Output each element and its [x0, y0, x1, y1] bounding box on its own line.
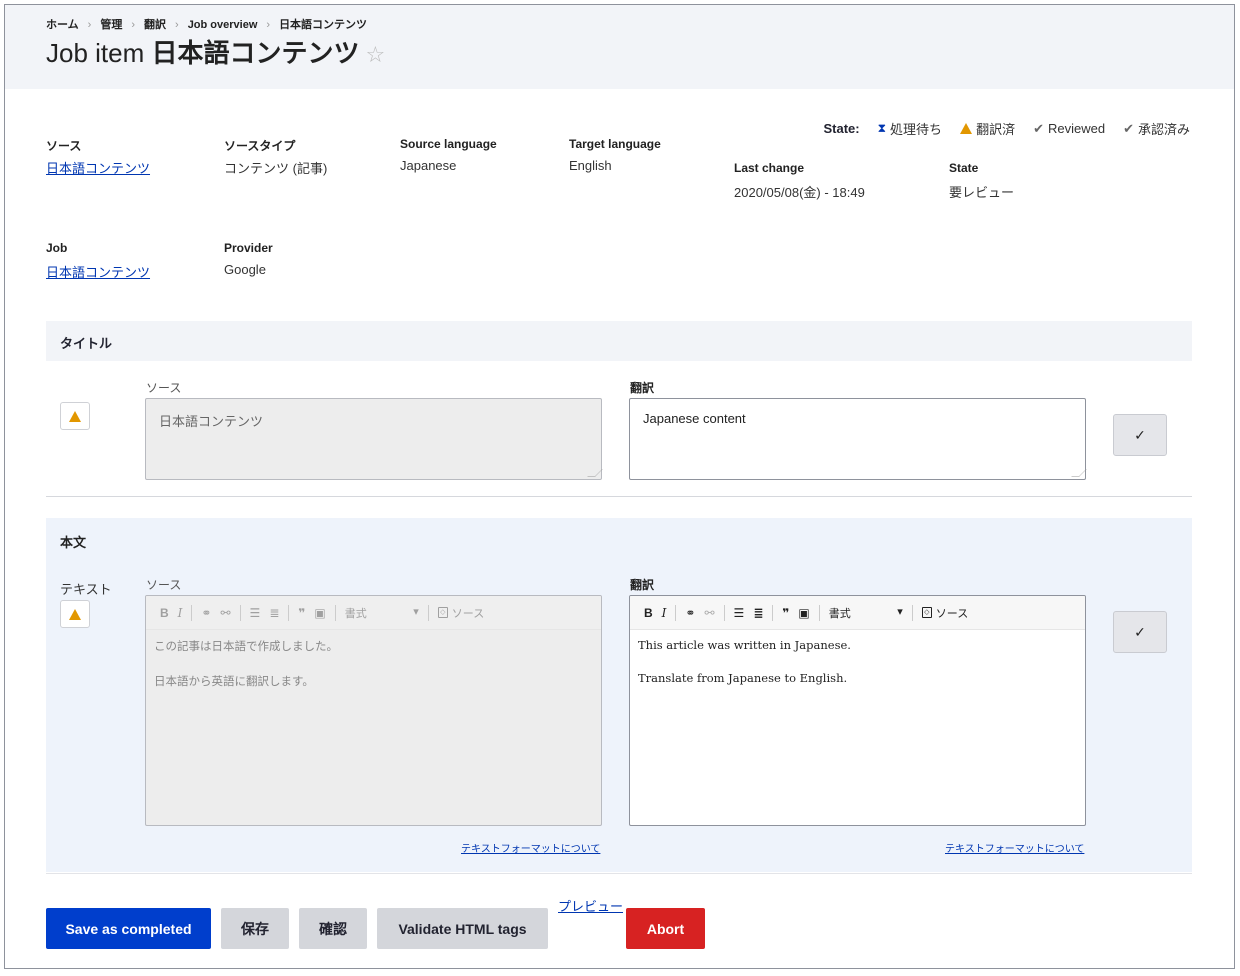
body-status-button[interactable]	[60, 600, 90, 628]
source-editor-body: この記事は日本語で作成しました。 日本語から英語に翻訳します。	[154, 639, 338, 688]
body-translation-editor[interactable]: B I ⚭ ⚯ ☰ ≣ ❞ ▣ 書式 ▾ ◇ ソース This article wa…	[629, 595, 1086, 826]
source-label: ソース	[46, 139, 82, 153]
confirm-button[interactable]: 確認	[299, 908, 367, 949]
state-accepted: ✔ 承認済み	[1123, 120, 1190, 138]
state-reviewed: ✔ Reviewed	[1033, 120, 1106, 137]
body-section-heading: 本文	[60, 535, 87, 550]
breadcrumb-translate[interactable]: 翻訳	[144, 19, 166, 31]
save-button[interactable]: 保存	[221, 908, 289, 949]
check-icon: ✓	[1134, 623, 1146, 640]
state-value: 要レビュー	[949, 185, 1015, 200]
breadcrumb-current: 日本語コンテンツ	[279, 19, 368, 31]
hourglass-icon: ⧗	[877, 121, 887, 135]
source-language-label: Source language	[400, 137, 497, 151]
page-title: Job item 日本語コンテンツ ☆	[46, 33, 385, 70]
link-icon[interactable]: ⚭	[685, 606, 695, 620]
provider-label: Provider	[224, 241, 273, 255]
italic-icon[interactable]: I	[662, 606, 667, 620]
warning-icon	[960, 123, 973, 134]
last-change-label: Last change	[734, 161, 805, 175]
warning-icon	[69, 608, 81, 620]
blockquote-icon[interactable]: ❞	[782, 606, 789, 620]
title-review-button[interactable]: ✓	[1113, 414, 1167, 456]
body-source-editor: B I ⚭ ⚯ ☰ ≣ ❞ ▣ 書式 ▾ ◇ ソース この記事は日本語で作成しました…	[145, 595, 602, 826]
unlink-icon[interactable]: ⚯	[704, 606, 714, 620]
abort-button[interactable]: Abort	[626, 908, 705, 949]
translation-editor-body[interactable]: This article was written in Japanese. Tr…	[630, 630, 1085, 712]
source-type-value: コンテンツ (記事)	[224, 161, 328, 176]
body-review-button[interactable]: ✓	[1113, 611, 1167, 653]
blockquote-icon: ❞	[298, 605, 306, 620]
state-legend-label: State:	[823, 121, 860, 136]
breadcrumb-home[interactable]: ホーム	[46, 19, 79, 31]
format-dropdown: 書式 ▾	[344, 605, 419, 620]
translation-editor-toolbar: B I ⚭ ⚯ ☰ ≣ ❞ ▣ 書式 ▾ ◇ ソース	[630, 596, 1085, 630]
source-code-icon: ◇	[437, 607, 448, 618]
section-divider	[46, 496, 1192, 497]
link-icon: ⚭	[201, 605, 212, 620]
source-editor-toolbar: B I ⚭ ⚯ ☰ ≣ ❞ ▣ 書式 ▾ ◇ ソース	[146, 596, 601, 630]
image-icon[interactable]: ▣	[798, 606, 809, 620]
italic-icon: I	[177, 605, 183, 620]
source-toggle: ◇ ソース	[437, 605, 484, 621]
page-title-name: 日本語コンテンツ	[151, 38, 360, 68]
bulleted-list-icon: ☰	[249, 605, 261, 620]
state-label: State	[949, 161, 979, 175]
job-label: Job	[46, 241, 68, 255]
title-translation-label: 翻訳	[630, 381, 655, 395]
source-link[interactable]: 日本語コンテンツ	[46, 158, 150, 177]
state-translated: 翻訳済	[960, 119, 1015, 138]
numbered-list-icon: ≣	[269, 605, 280, 620]
target-language-value: English	[569, 158, 612, 173]
unlink-icon: ⚯	[220, 605, 231, 620]
title-source-textarea: 日本語コンテンツ	[145, 398, 603, 480]
provider-value: Google	[224, 262, 266, 277]
save-as-completed-button[interactable]: Save as completed	[46, 908, 211, 949]
validate-html-button[interactable]: Validate HTML tags	[377, 908, 548, 949]
page-header: ホーム › 管理 › 翻訳 › Job overview › 日本語コンテンツ Job item…	[5, 5, 1234, 89]
bulleted-list-icon[interactable]: ☰	[734, 606, 745, 620]
source-code-icon: ◇	[921, 607, 932, 618]
breadcrumb-admin[interactable]: 管理	[100, 19, 122, 31]
breadcrumb-job-overview[interactable]: Job overview	[188, 19, 258, 31]
source-type-label: ソースタイプ	[224, 139, 296, 153]
preview-link[interactable]: プレビュー	[558, 896, 623, 915]
translation-format-help-link[interactable]: テキストフォーマットについて	[945, 840, 1084, 855]
source-format-help-link[interactable]: テキストフォーマットについて	[461, 840, 600, 855]
check-icon: ✔	[1123, 120, 1134, 136]
check-icon: ✓	[1134, 426, 1146, 443]
target-language-label: Target language	[569, 137, 661, 151]
bold-icon: B	[160, 605, 169, 620]
warning-icon	[69, 410, 81, 422]
source-language-value: Japanese	[400, 158, 457, 173]
bold-icon[interactable]: B	[644, 606, 653, 620]
last-change-value: 2020/05/08(金) - 18:49	[734, 185, 865, 200]
star-icon[interactable]: ☆	[366, 42, 386, 67]
title-status-button[interactable]	[60, 402, 90, 430]
actions-divider	[46, 873, 1192, 874]
job-link[interactable]: 日本語コンテンツ	[46, 262, 150, 281]
title-section-heading: タイトル	[46, 321, 1192, 361]
breadcrumb: ホーム › 管理 › 翻訳 › Job overview › 日本語コンテンツ	[46, 19, 368, 31]
body-translation-label: 翻訳	[630, 578, 655, 592]
state-pending: ⧗ 処理待ち	[877, 121, 943, 137]
format-dropdown[interactable]: 書式 ▾	[829, 605, 903, 621]
title-translation-textarea[interactable]: Japanese content	[629, 398, 1087, 480]
body-field-label: テキスト	[60, 582, 112, 597]
title-source-label: ソース	[146, 381, 182, 395]
image-icon: ▣	[314, 605, 326, 620]
source-toggle[interactable]: ◇ ソース	[921, 605, 968, 621]
numbered-list-icon[interactable]: ≣	[753, 606, 763, 620]
body-source-label: ソース	[146, 578, 182, 592]
page-title-prefix: Job item	[46, 38, 145, 68]
state-legend: State: ⧗ 処理待ち 翻訳済 ✔ Reviewed ✔ 承認済み	[823, 119, 1190, 138]
page-frame: ホーム › 管理 › 翻訳 › Job overview › 日本語コンテンツ Job item…	[4, 4, 1235, 969]
check-icon: ✔	[1033, 120, 1044, 136]
